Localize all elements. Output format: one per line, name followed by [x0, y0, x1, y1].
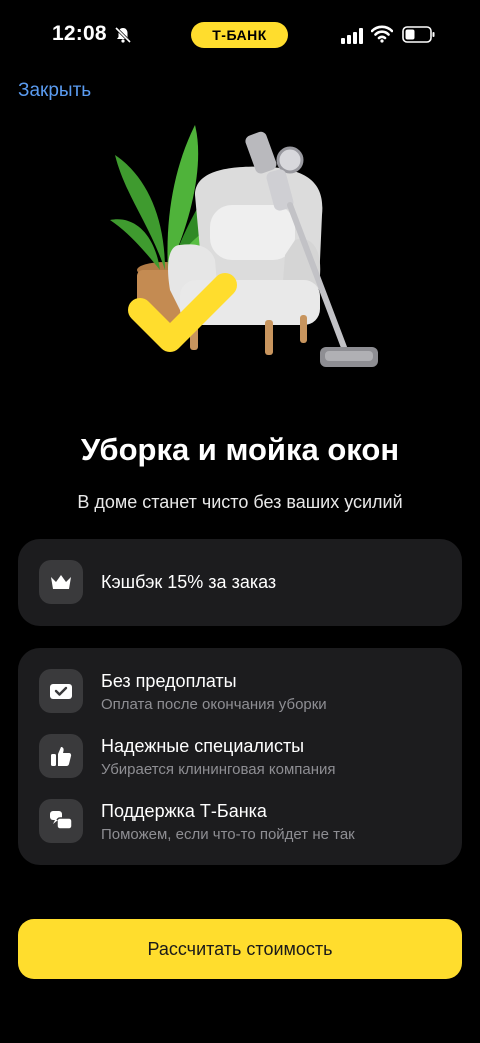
battery-icon — [402, 26, 435, 43]
benefit-subtitle: Оплата после окончания уборки — [101, 696, 327, 713]
calculate-cost-button[interactable]: Рассчитать стоимость — [18, 919, 462, 979]
cellular-signal-icon — [341, 28, 363, 44]
cashback-label: Кэшбэк 15% за заказ — [101, 572, 277, 592]
status-time: 12:08 — [52, 22, 107, 45]
thumbs-up-icon — [39, 734, 83, 778]
muted-bell-icon — [114, 26, 132, 44]
cashback-card: Кэшбэк 15% за заказ — [18, 539, 462, 626]
page-title: Уборка и мойка окон — [80, 432, 400, 467]
benefit-title: Поддержка Т-Банка — [101, 801, 267, 821]
chat-bubbles-icon — [39, 799, 83, 843]
benefit-subtitle: Убирается клининговая компания — [101, 761, 336, 778]
wifi-icon — [371, 25, 393, 43]
benefit-subtitle: Поможем, если что-то пойдет не так — [101, 826, 355, 843]
benefit-title: Надежные специалисты — [101, 736, 305, 756]
crown-icon — [39, 560, 83, 604]
hero-illustration — [110, 125, 378, 367]
benefits-card: Без предоплаты Оплата после окончания уб… — [18, 648, 462, 865]
status-bar: 12:08 Т-БАНК — [0, 0, 480, 72]
wallet-check-icon — [39, 669, 83, 713]
bank-badge[interactable]: Т-БАНК — [191, 22, 288, 48]
page-subtitle: В доме станет чисто без ваших усилий — [77, 492, 403, 512]
close-button[interactable]: Закрыть — [18, 80, 91, 102]
benefit-title: Без предоплаты — [101, 671, 237, 691]
